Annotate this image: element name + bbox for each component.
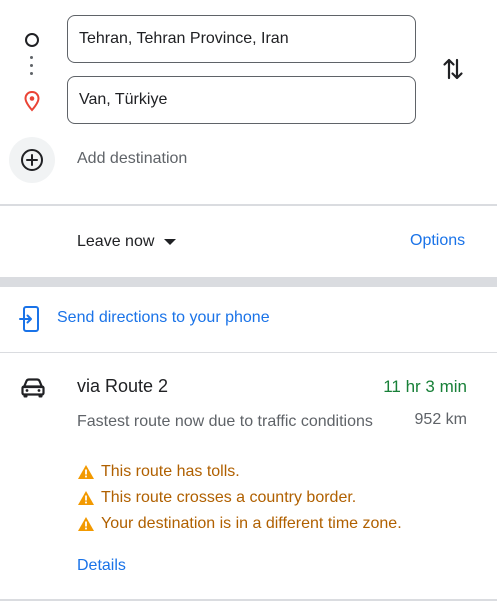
warning-text: This route has tolls. [101,463,240,480]
swap-icon[interactable] [440,54,466,84]
destination-input[interactable] [67,76,416,124]
route-description: Fastest route now due to traffic conditi… [77,413,373,430]
route-duration: 11 hr 3 min [383,377,467,396]
divider [0,352,497,353]
warning-icon [78,491,94,505]
origin-field[interactable] [79,30,415,48]
details-link[interactable]: Details [77,557,126,575]
warning-border: This route crosses a country border. [77,489,356,507]
warning-text: This route crosses a country border. [101,489,357,506]
destination-field[interactable] [79,91,415,109]
add-destination-button[interactable] [9,137,55,183]
divider [0,204,497,206]
warning-tolls: This route has tolls. [77,463,240,481]
origin-circle-icon [25,33,39,47]
route-distance: 952 km [414,411,467,428]
send-directions-link[interactable]: Send directions to your phone [57,309,270,327]
options-button[interactable]: Options [410,232,465,250]
origin-input[interactable] [67,15,416,63]
add-destination-label[interactable]: Add destination [77,150,187,168]
warning-text: Your destination is in a different time … [101,515,402,532]
car-icon [20,377,46,399]
leave-now-dropdown[interactable]: Leave now [77,233,177,251]
divider [0,599,497,601]
warning-timezone: Your destination is in a different time … [77,515,402,533]
section-divider [0,277,497,287]
add-circle-icon [21,149,43,171]
destination-pin-icon [22,90,42,112]
leave-now-label: Leave now [77,233,155,250]
warning-icon [78,517,94,531]
warning-icon [78,465,94,479]
send-to-phone-icon[interactable] [18,305,42,333]
route-title[interactable]: via Route 2 [77,376,168,397]
caret-down-icon [164,239,177,245]
route-dots-icon [30,56,34,80]
